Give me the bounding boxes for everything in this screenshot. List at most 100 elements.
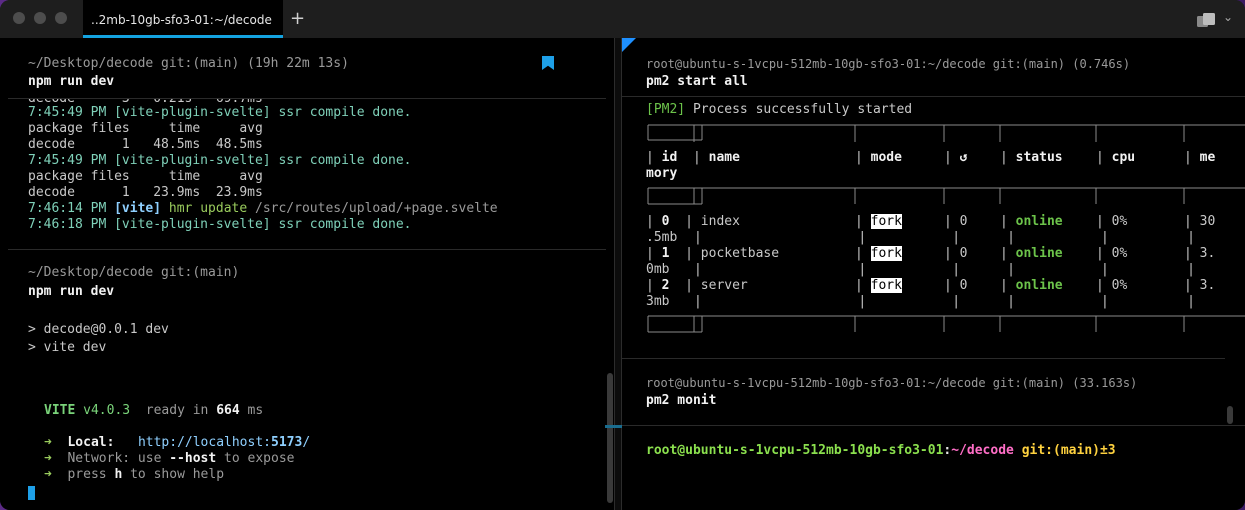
row-status: online <box>1015 278 1063 293</box>
network-line: ➜ Network: use --host to expose <box>44 451 294 467</box>
row-mode: fork <box>870 214 902 229</box>
block-header-divider <box>622 96 1245 97</box>
prompt-git: git:(main) <box>1013 443 1100 458</box>
table-header-cells: | me <box>1184 150 1216 165</box>
row-restarts: 0 <box>959 214 968 229</box>
log-line: 7:46:18 PM [vite-plugin-svelte] ssr comp… <box>28 217 412 232</box>
row-mem-wrap: 3mb <box>646 294 670 309</box>
table-header-row: | id | name <box>646 150 740 165</box>
local-url[interactable]: http://localhost:5173/ <box>138 435 310 450</box>
row-restarts: 0 <box>959 246 968 261</box>
new-tab-button[interactable]: + <box>290 8 305 29</box>
row-mode-cell: | fork <box>855 246 902 261</box>
pm2-message: [PM2] Process successfully started <box>646 102 912 118</box>
pm2-text: Process successfully started <box>685 102 913 117</box>
row-cpu: 0% <box>1111 214 1128 229</box>
prompt-user: root@ubuntu-s-1vcpu-512mb-10gb-sfo3-01 <box>646 443 944 458</box>
row-status-cell: | online <box>1000 246 1063 261</box>
row-status-cell: | online <box>1000 214 1063 229</box>
arrow-icon: ➜ <box>44 451 52 466</box>
output-line: decode 1 48.5ms 48.5ms <box>28 137 263 152</box>
row-name: server <box>700 278 748 293</box>
vite-ready-line: VITE v4.0.3 ready in 664 ms <box>44 403 263 419</box>
output-line: package files time avg <box>28 169 263 184</box>
network-prefix: Network: use <box>67 451 170 466</box>
block-prompt: root@ubuntu-s-1vcpu-512mb-10gb-sfo3-01:~… <box>646 376 1138 390</box>
script-line: > vite dev <box>28 340 107 355</box>
pane-divider[interactable] <box>605 38 631 510</box>
output-line: 7:46:18 PM [vite-plugin-svelte] ssr comp… <box>28 217 412 233</box>
arrow-icon: ➜ <box>44 467 52 482</box>
row-id-cell: | 1 | pocketbase <box>646 246 780 261</box>
hmr-path: /src/routes/upload/+page.svelte <box>255 201 498 216</box>
col-cpu: cpu <box>1111 150 1136 165</box>
block-command: pm2 monit <box>646 393 717 408</box>
col-restarts: ↺ <box>959 150 968 165</box>
table-header-cells: | ↺ <box>944 150 968 165</box>
zoom-window-button[interactable] <box>55 12 67 24</box>
chevron-down-icon[interactable]: ⌄ <box>1223 10 1233 24</box>
row-mem-cell: | 30 <box>1184 214 1216 229</box>
tab-title: ..2mb-10gb-sfo3-01:~/decode <box>91 13 272 27</box>
row-wrap-bars: | | | | | | <box>694 294 1195 309</box>
left-pane[interactable]: ~/Desktop/decode git:(main) (19h 22m 13s… <box>0 38 614 510</box>
window-overview-icon[interactable] <box>1197 12 1217 31</box>
row-status-cell: | online <box>1000 278 1063 293</box>
row-restarts-cell: | 0 <box>944 278 968 293</box>
block-divider <box>8 249 606 250</box>
row-status: online <box>1015 214 1063 229</box>
block-header-divider <box>8 98 606 99</box>
hmr-text: hmr update <box>161 201 255 216</box>
block-divider <box>622 358 1225 359</box>
row-mem: 3. <box>1199 278 1216 293</box>
help-suffix: to show help <box>122 467 225 482</box>
local-label: Local: <box>67 435 115 450</box>
row-cpu: 0% <box>1111 246 1128 261</box>
row-mem-wrap: 0mb <box>646 262 670 277</box>
live-prompt[interactable]: root@ubuntu-s-1vcpu-512mb-10gb-sfo3-01:~… <box>646 443 1116 459</box>
network-flag: --host <box>169 451 217 466</box>
output-line: 7:45:49 PM [vite-plugin-svelte] ssr comp… <box>28 105 412 121</box>
col-memory: me <box>1199 150 1216 165</box>
row-cpu-cell: | 0% <box>1096 278 1128 293</box>
output-line: package files time avg <box>28 121 263 136</box>
row-mem-cell: | 3. <box>1184 278 1216 293</box>
local-url-line: ➜ Local: http://localhost:5173/ <box>44 435 310 451</box>
local-url-prefix: http://localhost: <box>137 435 271 450</box>
row-id: 0 <box>661 214 670 229</box>
block-prompt: ~/Desktop/decode git:(main) (19h 22m 13s… <box>28 56 349 71</box>
table-header-cells: | mode <box>855 150 902 165</box>
row-name: index <box>700 214 740 229</box>
minimize-window-button[interactable] <box>34 12 46 24</box>
right-scrollbar[interactable] <box>1227 406 1233 424</box>
ready-unit: ms <box>247 403 264 418</box>
ready-ms: 664 <box>216 403 240 418</box>
script-line: > decode@0.0.1 dev <box>28 322 169 337</box>
title-bar: ..2mb-10gb-sfo3-01:~/decode + ⌄ <box>0 0 1245 39</box>
bookmark-icon[interactable] <box>542 56 554 70</box>
col-id: id <box>661 150 678 165</box>
left-scrollbar[interactable] <box>607 373 613 503</box>
text-cursor <box>28 486 35 500</box>
table-header-cells: | status <box>1000 150 1063 165</box>
row-mem-wrap: .5mb <box>646 230 678 245</box>
right-pane[interactable]: root@ubuntu-s-1vcpu-512mb-10gb-sfo3-01:~… <box>622 38 1245 510</box>
pm2-tag: [PM2] <box>646 102 686 117</box>
row-cpu-cell: | 0% <box>1096 214 1128 229</box>
output-line: 7:45:49 PM [vite-plugin-svelte] ssr comp… <box>28 153 412 169</box>
row-mem: 3. <box>1199 246 1216 261</box>
input-divider <box>622 425 1245 426</box>
row-cpu: 0% <box>1111 278 1128 293</box>
active-pane-indicator <box>622 38 636 52</box>
block-prompt: ~/Desktop/decode git:(main) <box>28 265 240 280</box>
row-status: online <box>1015 246 1063 261</box>
tab-decode[interactable]: ..2mb-10gb-sfo3-01:~/decode <box>83 0 283 38</box>
terminal-window: ..2mb-10gb-sfo3-01:~/decode + ⌄ ~/Deskto… <box>0 0 1245 510</box>
close-window-button[interactable] <box>13 12 25 24</box>
row-name: pocketbase <box>700 246 780 261</box>
log-line: 7:45:49 PM [vite-plugin-svelte] ssr comp… <box>28 153 412 168</box>
row-mode-cell: | fork <box>855 214 902 229</box>
hmr-line: 7:46:14 PM [vite] hmr update /src/routes… <box>28 201 498 217</box>
row-cpu-cell: | 0% <box>1096 246 1128 261</box>
col-memory-wrap: mory <box>646 166 678 181</box>
